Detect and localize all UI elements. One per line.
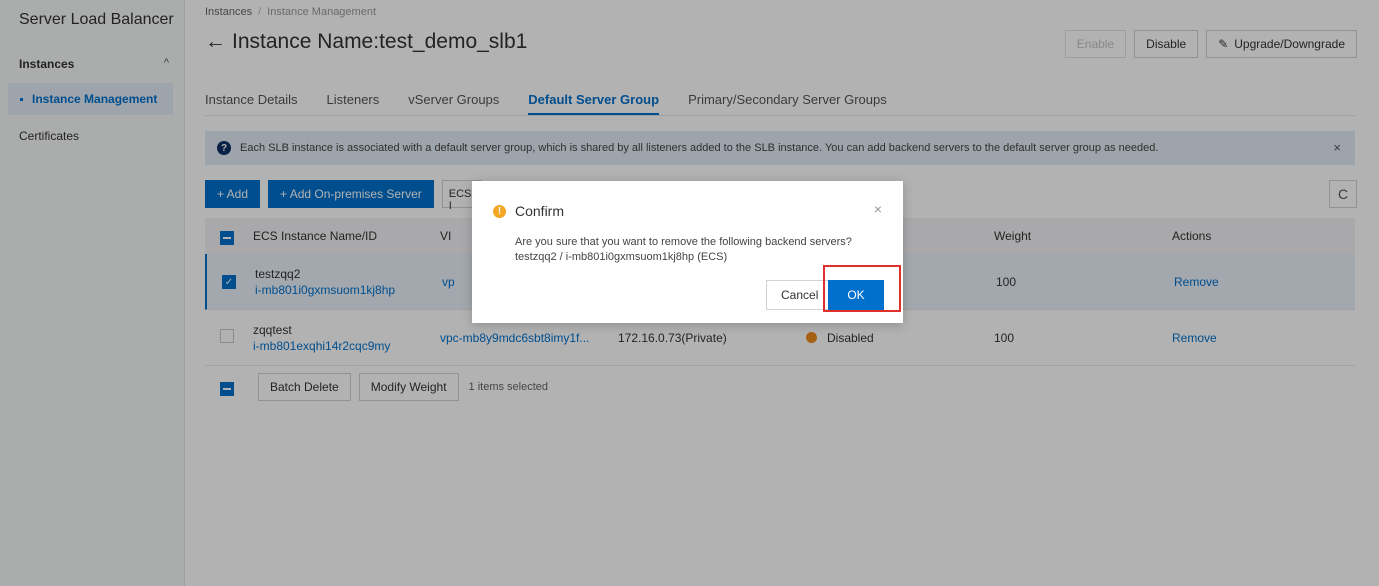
dialog-header: ! Confirm [493,203,564,219]
dialog-title: Confirm [515,203,565,219]
dialog-message-line2: testzqq2 / i-mb801i0gxmsuom1kj8hp (ECS) [515,251,728,263]
dialog-message-line1: Are you sure that you want to remove the… [515,236,852,248]
dialog-message: Are you sure that you want to remove the… [515,235,852,265]
warning-icon: ! [493,204,506,218]
annotation-highlight-box [823,265,901,312]
close-icon[interactable]: × [874,201,882,217]
